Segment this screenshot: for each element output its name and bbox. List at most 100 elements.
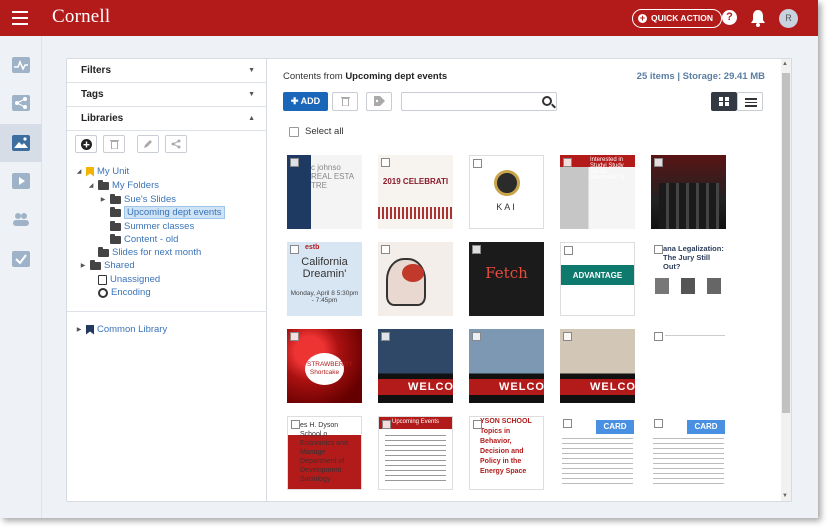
tags-accordion[interactable]: Tags ▼ xyxy=(67,83,267,107)
thumbnail-checkbox[interactable] xyxy=(473,159,482,168)
thumbnail-checkbox[interactable] xyxy=(472,332,481,341)
media-library-icon[interactable] xyxy=(0,124,42,162)
thumbnail-checkbox[interactable] xyxy=(290,245,299,254)
thumbnail[interactable]: WELCO xyxy=(378,329,453,403)
tree-my-folders[interactable]: ◢ My Folders xyxy=(87,179,159,192)
thumbnail[interactable]: CARD xyxy=(651,416,726,490)
help-icon[interactable]: ? xyxy=(722,10,737,25)
filters-accordion[interactable]: Filters ▼ xyxy=(67,59,267,83)
library-panel: Filters ▼ Tags ▼ Libraries ▲ ◢ My Unit ◢… xyxy=(66,58,792,502)
delete-button[interactable] xyxy=(332,92,358,111)
thumbnail[interactable] xyxy=(651,155,726,229)
slides-icon[interactable] xyxy=(0,162,42,200)
thumbnail-checkbox[interactable] xyxy=(654,332,663,341)
search-icon[interactable] xyxy=(542,96,552,106)
thumbnail-checkbox[interactable] xyxy=(563,419,572,428)
avatar[interactable]: R xyxy=(779,9,798,28)
activity-icon[interactable] xyxy=(0,46,42,84)
thumbnail[interactable]: YSON SCHOOL Topics in Behavior, Decision… xyxy=(469,416,544,490)
thumbnail[interactable]: Upcoming Events xyxy=(378,416,453,490)
brand-logo[interactable]: Cornell xyxy=(52,6,110,28)
thumbnail-checkbox[interactable] xyxy=(654,158,663,167)
thumbnail[interactable]: CARD xyxy=(560,416,635,490)
thumbnail-checkbox[interactable] xyxy=(654,245,663,254)
thumbnail-checkbox[interactable] xyxy=(291,420,300,429)
add-button[interactable]: ✚ ADD xyxy=(283,92,328,111)
thumbnail-checkbox[interactable] xyxy=(472,245,481,254)
collapse-icon[interactable]: ◢ xyxy=(87,182,95,189)
tree-slides-next-month[interactable]: Slides for next month xyxy=(87,246,201,259)
sidebar: Filters ▼ Tags ▼ Libraries ▲ ◢ My Unit ◢… xyxy=(67,59,267,501)
thumbnail[interactable]: Interested in Studyi Study Abroa Informa… xyxy=(560,155,635,229)
thumbnail-checkbox[interactable] xyxy=(290,158,299,167)
thumbnail[interactable]: estb California Dreamin' Monday, April 8… xyxy=(287,242,362,316)
thumbnail-checkbox[interactable] xyxy=(563,158,572,167)
tag-button[interactable] xyxy=(366,92,392,111)
bell-icon[interactable] xyxy=(750,9,766,27)
tree-upcoming-dept-events[interactable]: Upcoming dept events xyxy=(99,206,225,219)
libraries-accordion[interactable]: Libraries ▲ xyxy=(67,107,267,131)
tree-content-old[interactable]: Content - old xyxy=(99,233,178,246)
scroll-down-icon[interactable]: ▼ xyxy=(782,493,788,499)
thumbnail-checkbox[interactable] xyxy=(382,420,391,429)
add-folder-button[interactable] xyxy=(75,135,97,153)
chevron-up-icon: ▲ xyxy=(248,115,255,122)
share-folder-button[interactable] xyxy=(165,135,187,153)
thumbnail[interactable]: STRAWBERRY Shortcake xyxy=(287,329,362,403)
tree-sues-slides[interactable]: ▶ Sue's Slides xyxy=(99,193,176,206)
thumbnail[interactable]: WELCO xyxy=(469,329,544,403)
thumbnail-checkbox[interactable] xyxy=(290,332,299,341)
thumbnail[interactable]: WELCO xyxy=(560,329,635,403)
quick-action-label: QUICK ACTION xyxy=(651,13,714,23)
search-input[interactable] xyxy=(401,92,557,111)
thumbnail[interactable]: Fetch xyxy=(469,242,544,316)
menu-icon[interactable] xyxy=(12,11,28,25)
thumbnail[interactable]: c johnso REAL ESTA TRE xyxy=(287,155,362,229)
tree-shared[interactable]: ▶ Shared xyxy=(75,259,135,272)
thumbnail-checkbox[interactable] xyxy=(381,158,390,167)
users-icon[interactable] xyxy=(0,200,42,238)
folder-icon xyxy=(110,233,121,244)
thumbnail-checkbox[interactable] xyxy=(381,332,390,341)
thumbnail-checkbox[interactable] xyxy=(564,246,573,255)
thumbnail-checkbox[interactable] xyxy=(654,419,663,428)
thumbnail[interactable]: 2019 CELEBRATI xyxy=(378,155,453,229)
quick-action-button[interactable]: + QUICK ACTION xyxy=(632,9,723,28)
thumbnail[interactable]: KAI xyxy=(469,155,544,229)
expand-icon[interactable]: ▶ xyxy=(99,196,107,203)
storage-stats: 25 items | Storage: 29.41 MB xyxy=(636,71,765,82)
tree-summer-classes[interactable]: Summer classes xyxy=(99,220,194,233)
thumbnail-checkbox[interactable] xyxy=(473,420,482,429)
scrollbar[interactable]: ▲ ▼ xyxy=(781,59,791,501)
thumbnail[interactable]: ana Legalization: The Jury Still Out? xyxy=(651,242,726,316)
unassigned-icon xyxy=(98,274,107,285)
select-all-checkbox[interactable] xyxy=(289,126,299,137)
library-toolbar xyxy=(75,135,187,153)
thumbnail-text: WELCO xyxy=(408,381,453,393)
collapse-icon[interactable]: ◢ xyxy=(75,168,83,175)
grid-view-button[interactable] xyxy=(711,92,737,111)
tree-unassigned[interactable]: Unassigned xyxy=(87,273,160,286)
thumbnail[interactable] xyxy=(651,329,726,403)
edit-folder-button[interactable] xyxy=(137,135,159,153)
thumbnail-checkbox[interactable] xyxy=(381,245,390,254)
thumbnail[interactable]: es H. Dyson School o Economics and Manag… xyxy=(287,416,362,490)
checkmark-icon[interactable] xyxy=(0,240,42,278)
nav-rail xyxy=(0,36,42,518)
expand-icon[interactable]: ▶ xyxy=(79,262,87,269)
thumbnail[interactable]: ADVANTAGE Critical Thinking Workshop xyxy=(560,242,635,316)
delete-folder-button[interactable] xyxy=(103,135,125,153)
share-icon[interactable] xyxy=(0,84,42,122)
scroll-up-icon[interactable]: ▲ xyxy=(782,61,788,67)
scrollbar-thumb[interactable] xyxy=(782,73,790,413)
thumbnail-checkbox[interactable] xyxy=(563,332,572,341)
thumbnail[interactable] xyxy=(378,242,453,316)
folder-icon xyxy=(98,246,109,257)
tree-my-unit[interactable]: ◢ My Unit xyxy=(75,165,130,178)
select-all[interactable]: Select all xyxy=(289,126,344,137)
tree-common-library[interactable]: ▶ Common Library xyxy=(75,323,168,336)
list-view-button[interactable] xyxy=(737,92,763,111)
thumbnail-text: CARD xyxy=(603,422,627,431)
tree-encoding[interactable]: Encoding xyxy=(87,286,151,299)
expand-icon[interactable]: ▶ xyxy=(75,326,83,333)
